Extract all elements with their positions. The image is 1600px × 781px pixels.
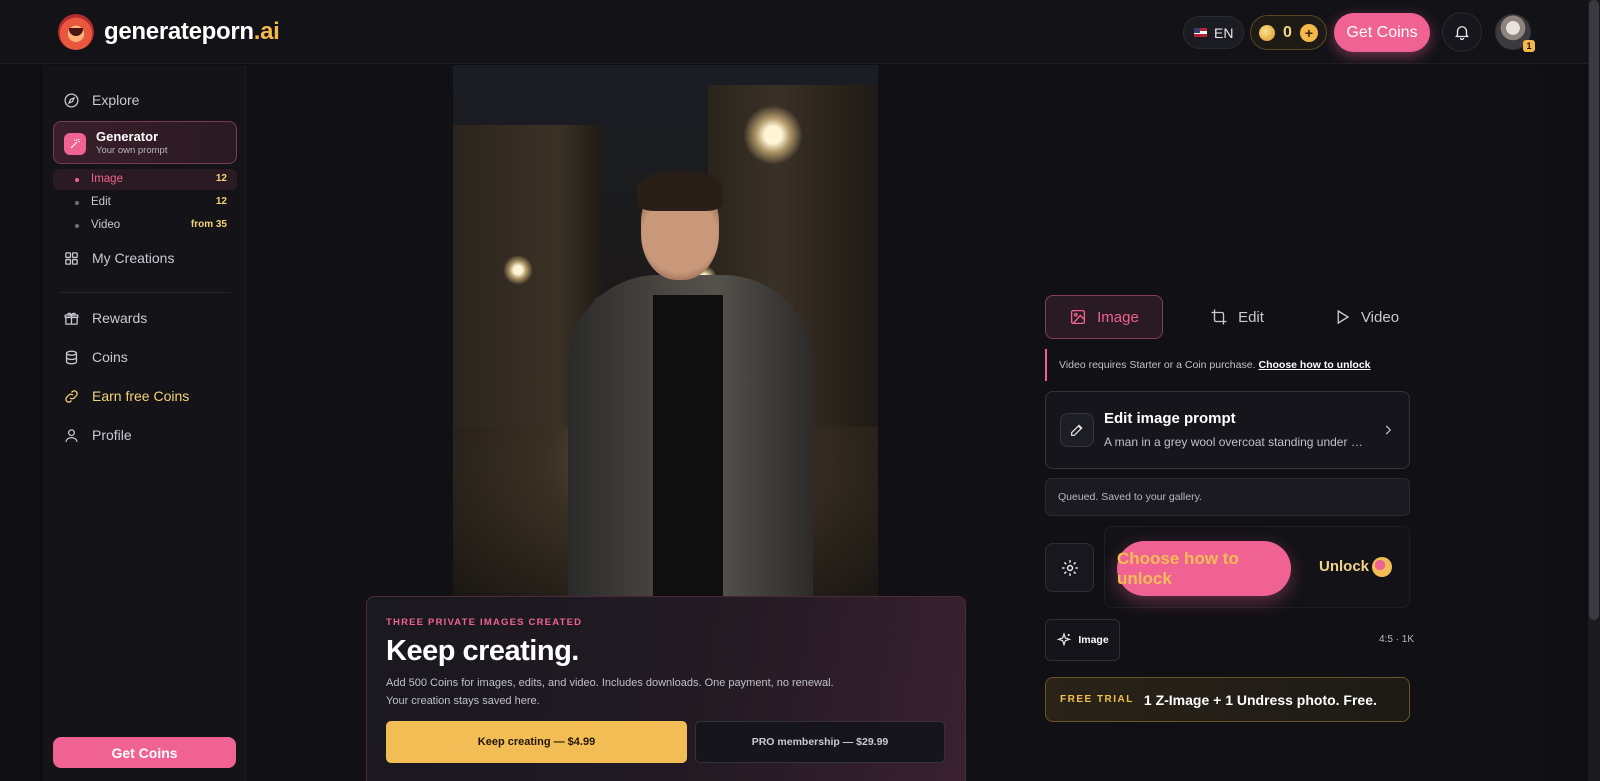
tab-label: Edit [1238,308,1264,326]
pencil-icon [1060,413,1094,447]
user-icon [65,428,78,442]
chevron-right-icon [1385,425,1392,435]
crop-icon [1211,309,1227,325]
avatar-badge: 1 [1523,40,1535,52]
image-mode-chip[interactable]: Image [1045,619,1120,661]
choose-unlock-link[interactable]: Choose how to unlock [1259,359,1371,371]
promo-eyebrow: THREE PRIVATE IMAGES CREATED [386,617,583,628]
bullet-dot [75,201,79,205]
scrollbar-thumb[interactable] [1589,0,1599,620]
chip-label: Image [1078,634,1109,646]
sidebar-item-generator[interactable]: Generator Your own prompt [53,121,237,164]
coin-balance[interactable]: 0 + [1250,15,1327,50]
subitem-label: Video [91,219,121,231]
trial-tag: FREE TRIAL [1060,694,1134,705]
coin-balance-value: 0 [1283,23,1292,41]
link-icon [65,389,78,403]
promo-description: Add 500 Coins for images, edits, and vid… [386,677,834,707]
sidebar-get-coins-button[interactable]: Get Coins [53,737,236,768]
tab-video[interactable]: Video [1307,295,1425,339]
sidebar-item-label: Earn free Coins [92,388,190,404]
aspect-resolution-label: 4:5 · 1K [1379,634,1415,645]
brand-logo[interactable]: generateporn.ai [58,14,280,50]
sidebar-item-earn-free-coins[interactable]: Earn free Coins [63,384,189,408]
magic-wand-icon [64,133,86,155]
sidebar-item-my-creations[interactable]: My Creations [63,246,174,270]
pro-membership-button[interactable]: PRO membership — $29.99 [695,721,945,763]
top-header: generateporn.ai EN 0 + Get Coins 1 [0,0,1588,64]
sidebar-subitem-image[interactable]: Image 12 [53,169,237,190]
tab-label: Image [1097,308,1139,326]
generator-title: Generator [96,129,159,144]
edit-prompt-card[interactable]: Edit image prompt A man in a grey wool o… [1045,391,1410,469]
sidebar-item-label: Coins [92,349,128,365]
coin-stack-icon [65,350,78,364]
gear-icon [1061,559,1078,576]
get-coins-button[interactable]: Get Coins [1334,13,1430,52]
sidebar-item-label: Rewards [92,310,148,326]
trial-text: 1 Z-Image + 1 Undress photo. Free. [1143,691,1377,708]
language-label: EN [1214,24,1234,41]
generated-image[interactable] [453,65,878,597]
sidebar-item-label: Profile [92,427,132,443]
sidebar-divider [59,292,231,293]
choose-how-to-unlock-button[interactable]: Choose how to unlock [1117,541,1291,596]
subitem-cost: 12 [215,173,227,184]
subitem-label: Image [91,173,123,185]
us-flag-icon [1194,28,1207,37]
logo-mascot-icon [58,14,94,50]
queue-status: Queued. Saved to your gallery. [1045,478,1410,516]
subitem-cost: 12 [215,196,227,207]
user-avatar-button[interactable]: 1 [1495,14,1535,52]
prompt-text: A man in a grey wool overcoat standing u… [1104,435,1364,449]
notifications-button[interactable] [1442,12,1482,52]
compass-icon [64,92,79,108]
sidebar-item-profile[interactable]: Profile [63,423,132,447]
coin-icon [1259,24,1275,41]
video-requirement-notice: Video requires Starter or a Coin purchas… [1045,349,1405,381]
bell-icon [1455,26,1469,41]
sidebar-item-rewards[interactable]: Rewards [63,306,147,330]
gift-icon [64,312,79,325]
keep-creating-button[interactable]: Keep creating — $4.99 [386,721,687,763]
sidebar-item-explore[interactable]: Explore [63,88,139,112]
settings-button[interactable] [1045,543,1094,592]
sidebar: Explore Generator Your own prompt Image … [43,65,246,781]
notice-text: Video requires Starter or a Coin purchas… [1059,359,1256,371]
tab-image[interactable]: Image [1045,295,1163,339]
sidebar-item-label: My Creations [92,250,175,266]
bullet-dot [75,178,79,182]
subitem-label: Edit [91,196,111,208]
play-icon [1337,309,1350,325]
subitem-cost: from 35 [190,219,227,230]
language-selector[interactable]: EN [1183,16,1245,49]
tab-label: Video [1360,308,1400,326]
sidebar-item-coins[interactable]: Coins [63,345,128,369]
free-trial-banner[interactable]: FREE TRIAL 1 Z-Image + 1 Undress photo. … [1045,677,1410,722]
add-coins-icon[interactable]: + [1299,23,1318,42]
sidebar-subitem-video[interactable]: Video from 35 [53,215,237,236]
image-icon [1071,309,1086,325]
bullet-dot [75,224,79,228]
coin-icon [1372,557,1392,577]
brand-name: generateporn.ai [104,18,280,45]
generator-subtitle: Your own prompt [96,145,168,156]
tab-edit[interactable]: Edit [1178,295,1296,339]
sidebar-subitem-edit[interactable]: Edit 12 [53,192,237,213]
grid-icon [65,251,78,265]
prompt-title: Edit image prompt [1104,410,1236,427]
upsell-card: THREE PRIVATE IMAGES CREATED Keep creati… [366,596,966,781]
unlock-label[interactable]: Unlock [1319,558,1369,575]
sidebar-item-label: Explore [92,92,140,108]
promo-title: Keep creating. [386,635,579,667]
sparkle-icon [1057,632,1072,647]
